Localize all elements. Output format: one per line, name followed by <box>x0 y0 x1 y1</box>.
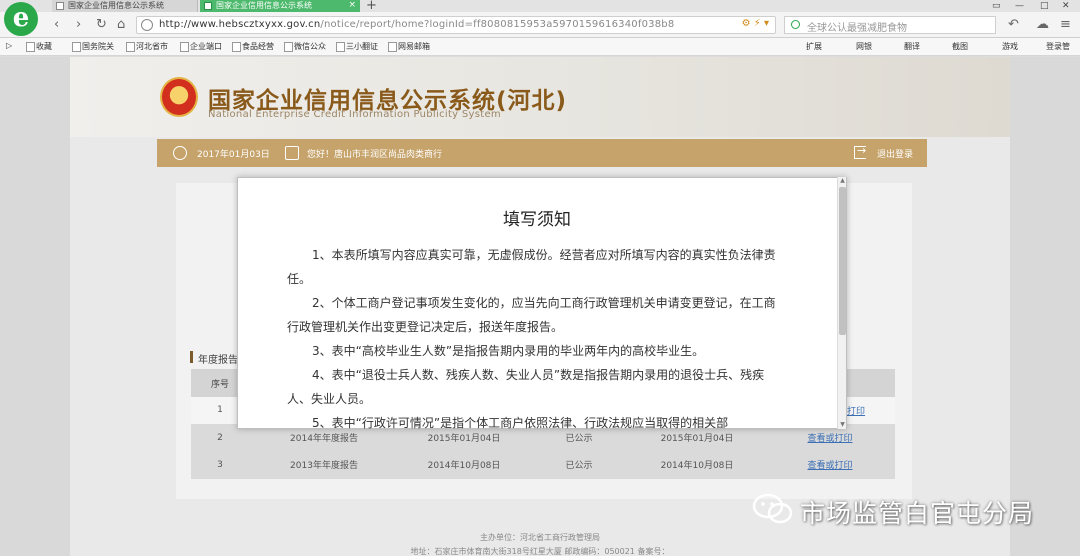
view-print-link[interactable]: 查看或打印 <box>807 461 852 471</box>
publish-date: 2014年10月08日 <box>629 451 765 479</box>
dialog-body: 1、本表所填写内容应真实可靠，无虚假成份。经营者应对所填写内容的真实性负法律责任… <box>287 243 787 429</box>
footer-sponsor: 主办单位：河北省工商行政管理局 <box>480 533 600 542</box>
forward-icon[interactable]: › <box>76 17 81 33</box>
scroll-down-icon[interactable]: ▼ <box>838 421 847 429</box>
watermark-text: 市场监管白官屯分局 <box>800 499 1035 528</box>
logout-link[interactable]: 退出登录 <box>877 147 913 160</box>
user-greeting: 您好！唐山市丰润区尚品肉类商行 <box>307 150 443 160</box>
games-button[interactable]: 游戏 <box>1002 41 1018 52</box>
browser-tab-active[interactable]: 国家企业信用信息公示系统 × <box>200 0 360 12</box>
notice-dialog-content: 填写须知 1、本表所填写内容应真实可靠，无虚假成份。经营者应对所填写内容的真实性… <box>237 177 837 429</box>
restore-icon[interactable]: ▭ <box>992 0 1001 12</box>
footer-address: 地址：石家庄市体育南大街318号红星大厦 邮政编码：050021 备案号： <box>410 547 670 556</box>
maximize-icon[interactable]: □ <box>1040 0 1049 12</box>
logout-icon[interactable] <box>854 144 866 159</box>
home-icon[interactable]: ⌂ <box>117 17 125 33</box>
bookmark-item[interactable]: 三小翻证 <box>336 41 378 52</box>
search-icon <box>791 20 800 29</box>
search-placeholder: 全球公认最强减肥食物 <box>807 23 907 34</box>
menu-icon[interactable]: ≡ <box>1060 17 1071 33</box>
scrollbar-thumb[interactable] <box>839 187 846 335</box>
netbank-button[interactable]: 网银 <box>856 41 872 52</box>
login-manager-button[interactable]: 登录管 <box>1046 41 1070 52</box>
tab-title: 国家企业信用信息公示系统 <box>68 1 164 10</box>
tab-close-icon[interactable]: × <box>348 0 356 11</box>
page-icon <box>204 2 212 10</box>
extensions-button[interactable]: 扩展 <box>806 41 822 52</box>
dialog-scrollbar[interactable]: ▲ ▼ <box>837 177 846 429</box>
globe-icon <box>141 19 153 31</box>
current-date: 2017年01月03日 <box>197 150 270 160</box>
notice-paragraph: 2、个体工商户登记事项发生变化的，应当先向工商行政管理机关申请变更登记，在工商行… <box>287 296 776 334</box>
submit-date: 2014年10月08日 <box>399 451 529 479</box>
browser-tab-inactive[interactable]: 国家企业信用信息公示系统 <box>52 0 198 12</box>
notice-paragraph: 4、表中“退役士兵人数、残疾人数、失业人员”数是指报告期内录用的退役士兵、残疾人… <box>287 368 765 406</box>
minimize-icon[interactable]: — <box>1015 0 1024 12</box>
scroll-up-icon[interactable]: ▲ <box>838 177 847 185</box>
view-print-link[interactable]: 打印 <box>847 407 865 417</box>
browser-tab-bar: 国家企业信用信息公示系统 国家企业信用信息公示系统 × + ▭ — □ ✕ <box>0 0 1080 13</box>
section-title: 年度报告 <box>190 351 238 366</box>
bookmark-item[interactable]: 微信公众 <box>284 41 326 52</box>
dialog-title: 填写须知 <box>503 210 571 230</box>
address-bar[interactable]: http://www.hebscztxyxx.gov.cn/notice/rep… <box>136 16 776 34</box>
browser-logo-icon: e <box>4 2 38 36</box>
user-icon <box>285 146 299 160</box>
national-emblem-icon <box>160 77 198 117</box>
report-status: 已公示 <box>529 451 629 479</box>
translate-button[interactable]: 翻译 <box>904 41 920 52</box>
browser-navbar: ‹ › ↻ ⌂ http://www.hebscztxyxx.gov.cn/no… <box>0 12 1080 38</box>
sidebar-toggle-icon[interactable]: ▷ <box>6 41 12 50</box>
notice-paragraph: 5、表中“行政许可情况”是指个体工商户依照法律、行政法规应当取得的相关部 <box>312 416 729 429</box>
notice-paragraph: 3、表中“高校毕业生人数”是指报告期内录用的毕业两年内的高校毕业生。 <box>312 344 705 358</box>
undo-icon[interactable]: ↶ <box>1008 17 1019 33</box>
address-url[interactable]: http://www.hebscztxyxx.gov.cn/notice/rep… <box>159 19 674 30</box>
screenshot-button[interactable]: 截图 <box>952 41 968 52</box>
clock-icon <box>173 146 187 160</box>
cloud-icon[interactable]: ☁ <box>1036 17 1049 33</box>
lightning-icon[interactable]: ⚙ ⚡ ▾ <box>742 18 769 29</box>
bookmark-item[interactable]: 国务院关 <box>72 41 114 52</box>
notice-paragraph: 1、本表所填写内容应真实可靠，无虚假成份。经营者应对所填写内容的真实性负法律责任… <box>287 248 776 286</box>
window-close-icon[interactable]: ✕ <box>1062 0 1070 12</box>
bookmark-item[interactable]: 河北省市 <box>126 41 168 52</box>
row-number: 3 <box>191 451 249 479</box>
user-bar: 2017年01月03日 您好！唐山市丰润区尚品肉类商行 退出登录 <box>157 139 927 167</box>
bookmark-item[interactable]: 收藏 <box>26 41 52 52</box>
wechat-icon <box>752 493 793 524</box>
reload-icon[interactable]: ↻ <box>96 17 107 33</box>
back-icon[interactable]: ‹ <box>54 17 59 33</box>
site-subtitle: National Enterprise Credit Information P… <box>208 109 501 120</box>
bookmark-item[interactable]: 企业端口 <box>180 41 222 52</box>
search-input[interactable]: 全球公认最强减肥食物 <box>784 16 996 34</box>
view-print-link[interactable]: 查看或打印 <box>807 434 852 444</box>
table-row: 3 2013年年度报告 2014年10月08日 已公示 2014年10月08日 … <box>191 451 895 479</box>
tab-title: 国家企业信用信息公示系统 <box>216 1 312 10</box>
bookmark-item[interactable]: 网易邮箱 <box>388 41 430 52</box>
bookmarks-bar: ▷ 收藏 国务院关 河北省市 企业端口 食品经营 微信公众 三小翻证 网易邮箱 … <box>0 38 1080 56</box>
bookmark-item[interactable]: 食品经营 <box>232 41 274 52</box>
report-year: 2013年年度报告 <box>249 451 399 479</box>
page-icon <box>56 2 64 10</box>
